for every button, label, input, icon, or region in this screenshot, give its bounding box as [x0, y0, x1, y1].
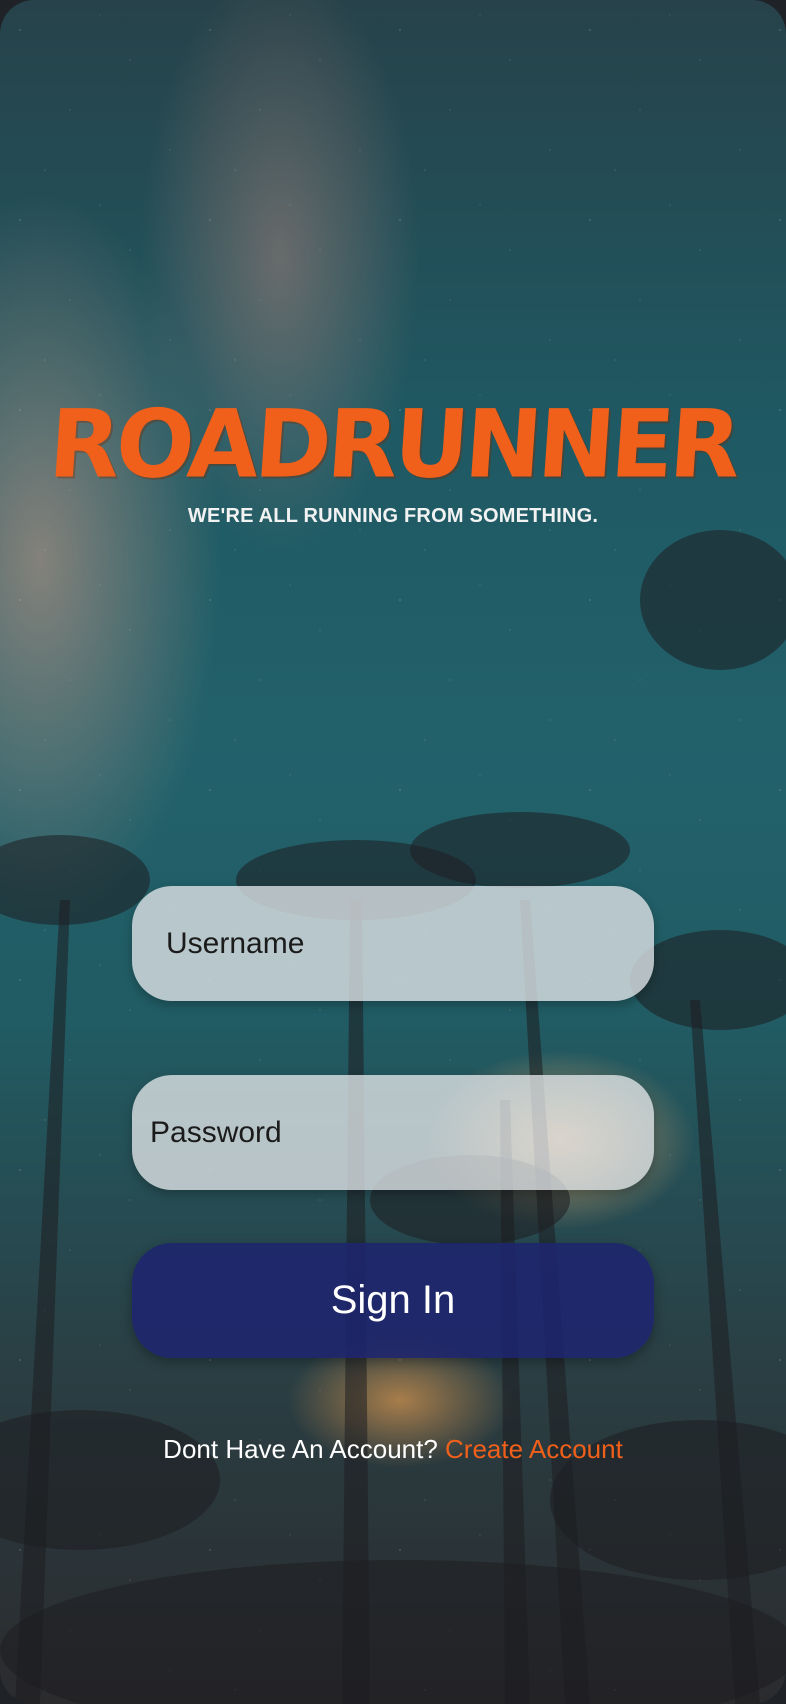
login-screen: ROADRUNNER WE'RE ALL RUNNING FROM SOMETH…	[0, 0, 786, 1704]
signup-prompt-text: Dont Have An Account?	[163, 1434, 438, 1464]
sign-in-button[interactable]: Sign In	[132, 1243, 654, 1358]
password-field[interactable]	[132, 1075, 654, 1190]
app-logo: ROADRUNNER	[45, 389, 741, 500]
create-account-link[interactable]: Create Account	[445, 1434, 623, 1464]
app-tagline: WE'RE ALL RUNNING FROM SOMETHING.	[187, 505, 599, 527]
signup-prompt: Dont Have An Account? Create Account	[0, 1434, 786, 1465]
username-field[interactable]	[132, 886, 654, 1001]
